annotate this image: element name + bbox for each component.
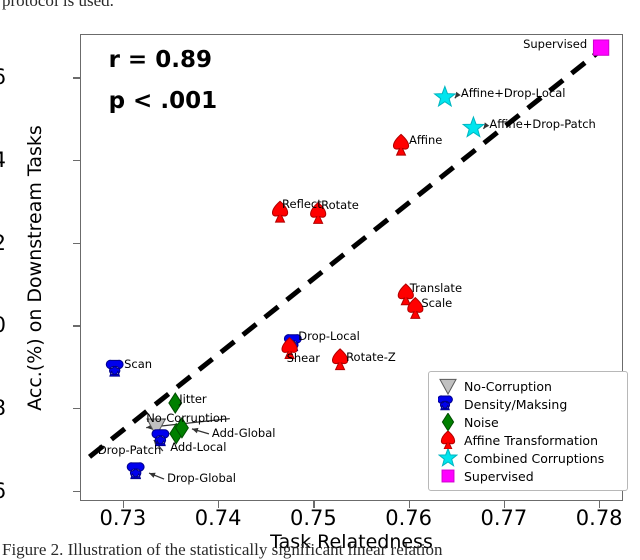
y-tick-mark: [73, 490, 80, 492]
data-point-star: [461, 115, 486, 138]
y-axis-label: Acc.(%) on Downstream Tasks: [24, 125, 46, 411]
x-tick-label: 0.75: [290, 506, 337, 530]
legend-item-no-corruption[interactable]: No-Corruption: [435, 377, 621, 395]
chart-legend: No-Corruption Density/Maksing Noise Affine …: [428, 371, 628, 491]
data-point-spade: [392, 133, 410, 156]
point-label: Add-Local: [170, 439, 227, 454]
point-label: Drop-Global: [167, 471, 236, 486]
point-label: Scan: [124, 356, 153, 371]
point-label: Drop-Patch: [97, 443, 162, 457]
figure-container: 0.76 0.78 0.80 0.82 0.84 0.86 0.73 0.74 0.75 0.7…: [0, 14, 640, 553]
point-label: Drop-Local: [298, 328, 360, 343]
point-label: Rotate-Z: [346, 350, 396, 365]
point-label: Affine+Drop-Patch: [489, 116, 596, 131]
data-point-club: [126, 462, 145, 480]
legend-label: Supervised: [464, 468, 534, 484]
club-icon: [435, 395, 461, 413]
x-tick-label: 0.76: [385, 506, 433, 530]
point-label: Rotate: [321, 197, 359, 212]
triangle-down-icon: [435, 377, 461, 395]
data-point-star: [433, 84, 457, 108]
y-tick-label: 0.80: [0, 313, 6, 337]
x-tick-label: 0.73: [99, 506, 147, 530]
legend-item-supervised[interactable]: Supervised: [435, 467, 621, 485]
point-label: Affine: [409, 132, 443, 147]
y-tick-mark: [73, 408, 80, 410]
point-label: Reflect: [282, 196, 322, 211]
legend-item-combined-corruptions[interactable]: Combined Corruptions: [435, 449, 621, 467]
point-label: Scale: [421, 296, 453, 310]
stat-annotation: p < .001: [108, 88, 218, 115]
diamond-icon: [435, 413, 461, 431]
legend-item-density-maksing[interactable]: Density/Maksing: [435, 395, 621, 413]
x-tick-label: 0.78: [575, 506, 623, 530]
point-label: Jitter: [179, 392, 207, 407]
legend-label: Combined Corruptions: [464, 450, 605, 466]
point-label: Supervised: [523, 36, 588, 51]
legend-label: Density/Maksing: [464, 396, 568, 412]
top-page-caption: protocol is used.: [2, 0, 114, 10]
y-tick-label: 0.76: [0, 479, 6, 503]
y-tick-mark: [73, 160, 80, 162]
square-icon: [435, 467, 461, 485]
x-tick-label: 0.77: [480, 506, 528, 530]
y-tick-mark: [73, 325, 80, 327]
legend-label: Noise: [464, 414, 499, 430]
y-tick-mark: [73, 77, 80, 79]
point-label: Shear: [286, 351, 321, 366]
y-tick-label: 0.84: [0, 148, 6, 172]
point-label: Add-Global: [211, 425, 276, 440]
y-tick-label: 0.82: [0, 231, 6, 255]
point-label: Translate: [409, 281, 463, 296]
data-point-square: [592, 39, 610, 56]
star-icon: [435, 449, 461, 467]
data-point-club: [105, 359, 124, 377]
point-label: No-Corruption: [146, 410, 228, 425]
legend-label: No-Corruption: [464, 378, 552, 394]
legend-item-noise[interactable]: Noise: [435, 413, 621, 431]
point-label: Affine+Drop-Local: [460, 86, 566, 101]
figure-caption: Figure 2. Illustration of the statistica…: [2, 540, 443, 559]
x-tick-label: 0.74: [194, 506, 242, 530]
spade-icon: [435, 431, 461, 449]
y-tick-label: 0.78: [0, 396, 6, 420]
y-tick-label: 0.86: [0, 65, 6, 89]
stat-annotation: r = 0.89: [108, 46, 212, 73]
legend-label: Affine Transformation: [464, 432, 599, 448]
legend-item-affine-transformation[interactable]: Affine Transformation: [435, 431, 621, 449]
y-tick-mark: [73, 242, 80, 244]
